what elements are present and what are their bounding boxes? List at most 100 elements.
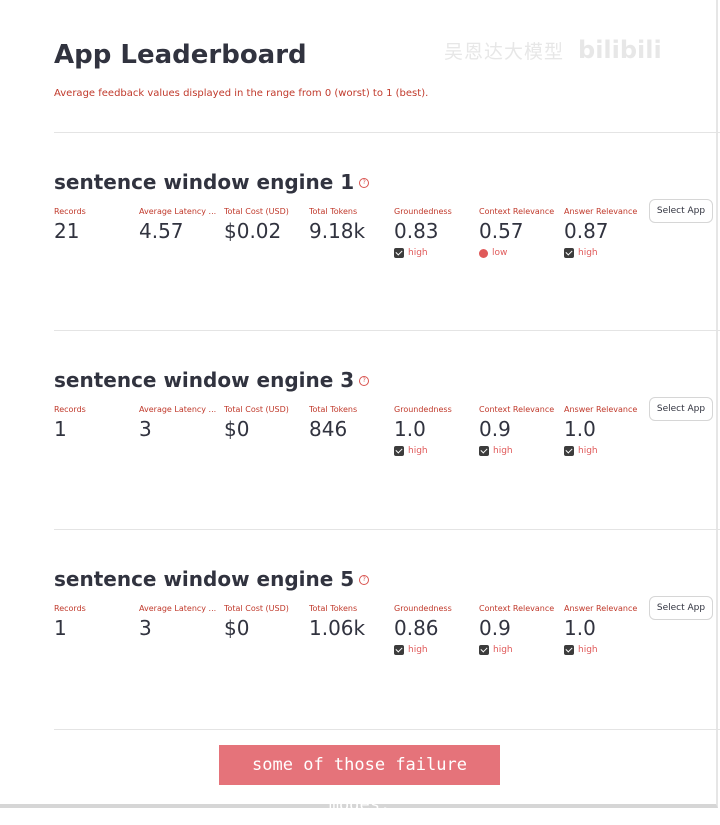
- latency-label: Average Latency ...: [139, 604, 217, 613]
- context-relevance-value: 0.57: [479, 219, 524, 243]
- help-icon[interactable]: ?: [359, 376, 370, 386]
- tokens-metric: Total Tokens 9.18k: [309, 207, 389, 243]
- latency-metric: Average Latency ... 4.57: [139, 207, 219, 243]
- answer-relevance-label: Answer Relevance: [564, 604, 638, 613]
- latency-label: Average Latency ...: [139, 207, 217, 216]
- records-value: 21: [54, 219, 80, 243]
- checkbox-icon: [394, 446, 404, 456]
- tokens-value: 9.18k: [309, 219, 366, 243]
- subtitle-caption: some of those failure modes.: [219, 745, 500, 815]
- cost-metric: Total Cost (USD) $0: [224, 604, 304, 640]
- answer-relevance-metric: Answer Relevance 1.0 high: [564, 604, 644, 655]
- status-badge: high: [479, 446, 559, 456]
- watermark-text: 吴恩达大模型: [444, 40, 565, 63]
- groundedness-value: 1.0: [394, 417, 426, 441]
- app-name: sentence window engine 1: [54, 170, 355, 194]
- groundedness-metric: Groundedness 1.0 high: [394, 405, 474, 456]
- checkbox-icon: [394, 248, 404, 258]
- latency-value: 3: [139, 616, 152, 640]
- context-relevance-metric: Context Relevance 0.57 low: [479, 207, 559, 258]
- records-label: Records: [54, 207, 86, 216]
- select-app-button[interactable]: Select App: [649, 397, 713, 421]
- groundedness-value: 0.83: [394, 219, 439, 243]
- tokens-metric: Total Tokens 846: [309, 405, 389, 441]
- answer-relevance-label: Answer Relevance: [564, 405, 638, 414]
- app-name-heading: sentence window engine 3?: [54, 368, 370, 392]
- checkbox-icon: [479, 446, 489, 456]
- records-value: 1: [54, 616, 67, 640]
- status-badge: high: [564, 645, 644, 655]
- checkbox-icon: [564, 446, 574, 456]
- help-icon[interactable]: ?: [359, 575, 370, 585]
- groundedness-label: Groundedness: [394, 405, 452, 414]
- status-badge: low: [479, 248, 559, 258]
- app-name: sentence window engine 5: [54, 567, 355, 591]
- context-relevance-value: 0.9: [479, 616, 511, 640]
- answer-relevance-metric: Answer Relevance 1.0 high: [564, 405, 644, 456]
- groundedness-metric: Groundedness 0.86 high: [394, 604, 474, 655]
- bilibili-logo: bilibili: [578, 36, 662, 64]
- page-subtitle: Average feedback values displayed in the…: [54, 88, 429, 99]
- latency-metric: Average Latency ... 3: [139, 405, 219, 441]
- cost-value: $0: [224, 616, 250, 640]
- context-relevance-metric: Context Relevance 0.9 high: [479, 604, 559, 655]
- cost-value: $0.02: [224, 219, 282, 243]
- records-label: Records: [54, 405, 86, 414]
- status-text: high: [578, 248, 598, 258]
- latency-value: 4.57: [139, 219, 184, 243]
- cost-metric: Total Cost (USD) $0.02: [224, 207, 304, 243]
- groundedness-value: 0.86: [394, 616, 439, 640]
- divider: [54, 330, 720, 331]
- status-badge: high: [394, 645, 474, 655]
- app-name-heading: sentence window engine 1?: [54, 170, 370, 194]
- status-badge: high: [564, 248, 644, 258]
- watermark: 吴恩达大模型 bilibili: [444, 36, 662, 64]
- divider: [54, 729, 720, 730]
- answer-relevance-value: 0.87: [564, 219, 609, 243]
- select-app-button[interactable]: Select App: [649, 596, 713, 620]
- tokens-label: Total Tokens: [309, 604, 358, 613]
- cost-metric: Total Cost (USD) $0: [224, 405, 304, 441]
- select-app-button[interactable]: Select App: [649, 199, 713, 223]
- latency-metric: Average Latency ... 3: [139, 604, 219, 640]
- answer-relevance-metric: Answer Relevance 0.87 high: [564, 207, 644, 258]
- tokens-metric: Total Tokens 1.06k: [309, 604, 389, 640]
- status-text: high: [493, 645, 513, 655]
- divider: [54, 529, 720, 530]
- context-relevance-label: Context Relevance: [479, 405, 555, 414]
- cost-label: Total Cost (USD): [224, 405, 289, 414]
- divider: [54, 132, 720, 133]
- status-text: low: [492, 248, 508, 258]
- cost-value: $0: [224, 417, 250, 441]
- status-text: high: [578, 446, 598, 456]
- page-title: App Leaderboard: [54, 40, 307, 70]
- records-metric: Records 1: [54, 405, 134, 441]
- app-name-heading: sentence window engine 5?: [54, 567, 370, 591]
- records-label: Records: [54, 604, 86, 613]
- tokens-label: Total Tokens: [309, 405, 358, 414]
- answer-relevance-value: 1.0: [564, 417, 596, 441]
- status-badge: high: [394, 248, 474, 258]
- cost-label: Total Cost (USD): [224, 207, 289, 216]
- latency-value: 3: [139, 417, 152, 441]
- help-icon[interactable]: ?: [359, 178, 370, 188]
- records-metric: Records 21: [54, 207, 134, 243]
- tokens-value: 1.06k: [309, 616, 366, 640]
- status-text: high: [578, 645, 598, 655]
- tokens-value: 846: [309, 417, 348, 441]
- answer-relevance-label: Answer Relevance: [564, 207, 638, 216]
- status-badge: high: [479, 645, 559, 655]
- status-text: high: [408, 645, 428, 655]
- checkbox-icon: [564, 645, 574, 655]
- groundedness-metric: Groundedness 0.83 high: [394, 207, 474, 258]
- checkbox-icon: [564, 248, 574, 258]
- records-value: 1: [54, 417, 67, 441]
- status-text: high: [493, 446, 513, 456]
- checkbox-icon: [394, 645, 404, 655]
- latency-label: Average Latency ...: [139, 405, 217, 414]
- groundedness-label: Groundedness: [394, 604, 452, 613]
- cost-label: Total Cost (USD): [224, 604, 289, 613]
- answer-relevance-value: 1.0: [564, 616, 596, 640]
- status-text: high: [408, 248, 428, 258]
- context-relevance-value: 0.9: [479, 417, 511, 441]
